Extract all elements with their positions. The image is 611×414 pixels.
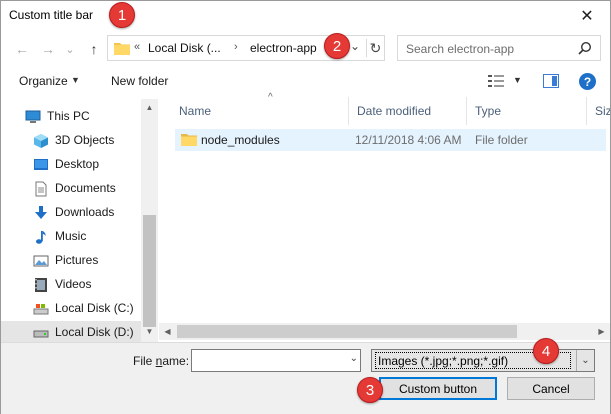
view-options-icon[interactable] [487,73,505,89]
file-row[interactable]: node_modules 12/11/2018 4:06 AM File fol… [175,129,606,151]
navigation-row: ← → ⌄ ↑ « Local Disk (... › electron-app… [1,35,610,63]
title-bar[interactable]: Custom title bar ✕ [1,1,610,31]
drive-icon [33,330,49,338]
forward-button[interactable]: → [39,39,57,59]
column-header-label: Size [595,104,610,118]
sidebar-item-label: Local Disk (C:) [55,301,134,315]
scroll-right-icon[interactable]: ▶ [593,323,610,340]
sidebar-item-label: Music [55,229,87,243]
sidebar-item-downloads[interactable]: Downloads [1,201,141,225]
drive-icon [33,304,49,315]
sidebar-item-pictures[interactable]: Pictures [1,249,141,273]
custom-button[interactable]: Custom button [379,377,497,400]
scroll-up-icon[interactable]: ▲ [141,99,158,116]
refresh-icon: ↻ [369,39,382,56]
search-box[interactable]: Search electron-app [397,35,601,61]
sidebar-item-desktop[interactable]: Desktop [1,153,141,177]
video-icon [35,278,47,292]
back-arrow-icon: ← [15,41,29,57]
sidebar-item-videos[interactable]: Videos [1,273,141,297]
sidebar-item-label: This PC [47,109,90,123]
address-dropdown-icon[interactable]: ⌄ [350,39,360,53]
column-header-date-modified[interactable]: Date modified [349,97,467,125]
file-name: node_modules [201,133,280,147]
sidebar-item-music[interactable]: Music [1,225,141,249]
column-header-label: Type [475,104,502,118]
sidebar-item-label: Pictures [55,253,99,267]
scrollbar-thumb[interactable] [177,325,517,338]
file-dialog-window: Custom title bar ✕ ← → ⌄ ↑ « Local Disk … [0,0,611,414]
address-segment-local-disk[interactable]: Local Disk (... [148,41,221,55]
desktop-icon [34,159,48,170]
column-header-name[interactable]: ^ Name [171,92,349,125]
chevron-down-icon: ⌄ [65,43,75,56]
documents-icon [35,181,47,197]
sidebar-item-documents[interactable]: Documents [1,177,141,201]
column-header-label: Name [179,104,212,118]
chevron-down-icon[interactable]: ⌄ [350,353,358,364]
up-arrow-icon: ↑ [90,41,98,57]
navigation-pane: This PC 3D Objects Desktop Documents Dow… [1,99,158,345]
recent-locations-button[interactable]: ⌄ [61,39,79,59]
file-list: ^ Name Date modified Type Size node_modu… [159,92,610,342]
window-title: Custom title bar [9,8,94,22]
search-icon[interactable] [578,41,592,55]
pictures-icon [33,255,49,267]
address-separator-icon[interactable]: › [234,41,238,53]
navigation-pane-scrollbar[interactable]: ▲ ▼ [141,99,158,342]
file-type: File folder [475,133,528,147]
overflow-chevron-icon[interactable]: « [134,41,140,53]
sidebar-item-3d-objects[interactable]: 3D Objects [1,129,141,153]
organize-button[interactable]: Organize [19,74,68,88]
badge-2: 2 [324,33,350,59]
organize-caret-icon: ▼ [71,75,80,85]
column-header-label: Date modified [357,104,432,118]
folder-icon [181,134,197,146]
address-segment-electron-app[interactable]: electron-app [250,41,317,55]
scroll-left-icon[interactable]: ◀ [159,323,176,340]
column-header-type[interactable]: Type [467,97,587,125]
sidebar-item-label: 3D Objects [55,133,115,147]
search-input[interactable]: Search electron-app [406,42,514,56]
chevron-down-icon[interactable]: ⌄ [576,350,594,371]
back-button[interactable]: ← [13,39,31,59]
music-note-icon [36,231,46,244]
scroll-down-icon[interactable]: ▼ [141,323,158,340]
sort-ascending-icon: ^ [268,92,273,103]
file-name-label: File name: [133,354,190,368]
download-arrow-icon [35,206,47,219]
column-header-size[interactable]: Size [587,97,610,125]
sidebar-item-this-pc[interactable]: This PC [1,105,141,129]
command-toolbar: Organize ▼ New folder ▼ ? [1,69,610,95]
computer-icon [25,110,41,123]
preview-pane-icon[interactable] [543,74,559,88]
badge-1: 1 [109,2,135,28]
up-button[interactable]: ↑ [85,39,103,59]
sidebar-item-local-disk-c[interactable]: Local Disk (C:) [1,297,141,321]
sidebar-item-label: Videos [55,277,92,291]
new-folder-button[interactable]: New folder [111,74,168,88]
file-type-filter-select[interactable]: Images (*.jpg;*.png;*.gif) ⌄ [371,349,595,372]
sidebar-item-label: Documents [55,181,116,195]
sidebar-item-label: Desktop [55,157,100,171]
close-icon: ✕ [580,8,594,25]
close-button[interactable]: ✕ [564,1,610,31]
forward-arrow-icon: → [41,41,55,57]
file-date-modified: 12/11/2018 4:06 AM [355,133,462,147]
help-icon[interactable]: ? [579,73,596,90]
refresh-button[interactable]: ↻ [366,39,384,57]
folder-icon [114,43,130,55]
cancel-button[interactable]: Cancel [507,377,595,400]
badge-3: 3 [357,377,383,403]
dialog-footer: File name: ⌄ Images (*.jpg;*.png;*.gif) … [1,342,610,414]
scrollbar-thumb[interactable] [143,215,156,327]
sidebar-item-label: Downloads [55,205,115,219]
sidebar-item-label: Local Disk (D:) [55,325,134,339]
file-name-input[interactable]: ⌄ [191,349,361,372]
badge-4: 4 [533,338,559,364]
cube-icon [34,134,48,148]
view-caret-icon[interactable]: ▼ [513,75,522,85]
